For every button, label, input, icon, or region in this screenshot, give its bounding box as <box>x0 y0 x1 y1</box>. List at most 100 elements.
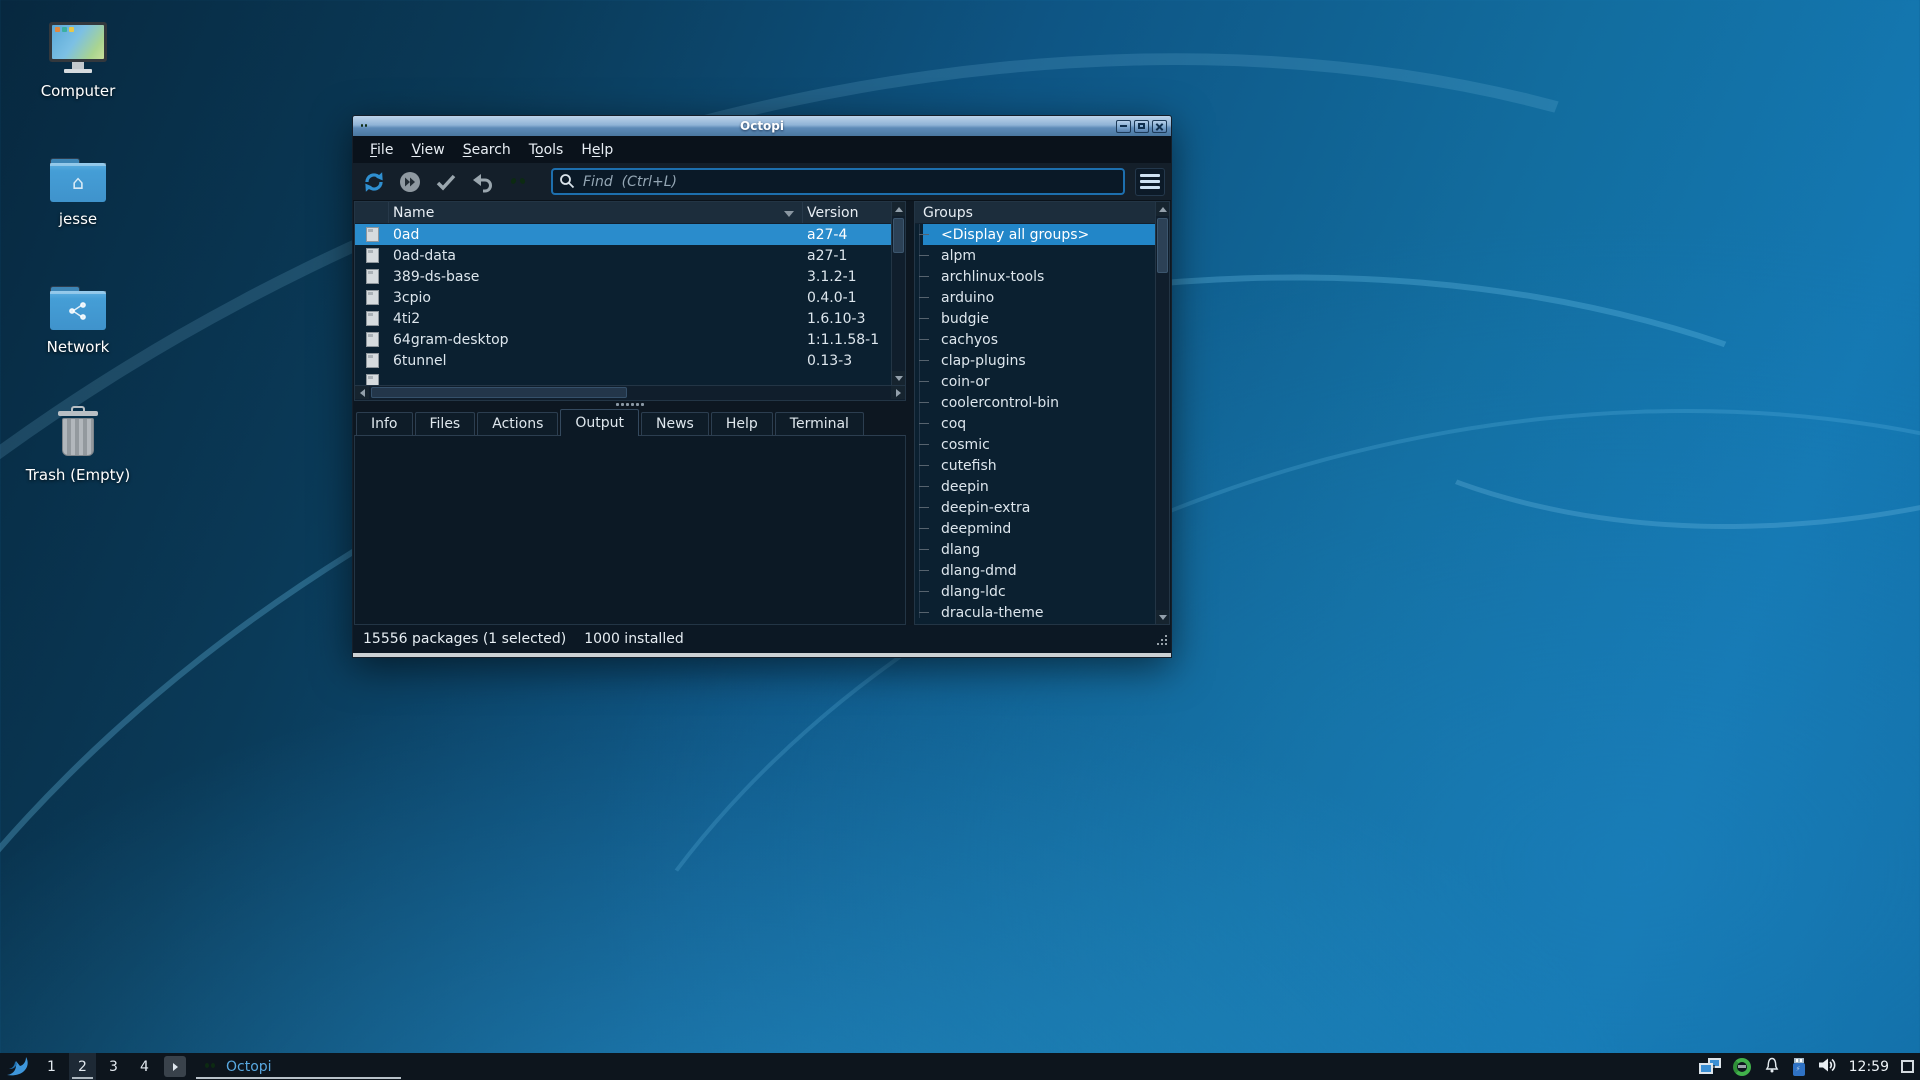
scroll-down-button[interactable] <box>1156 610 1169 624</box>
menu-file[interactable]: File <box>361 138 402 162</box>
workspace-button-3[interactable]: 3 <box>100 1053 127 1080</box>
table-row[interactable]: 6tunnel 0.13-3 <box>355 350 905 371</box>
scrollbar-thumb[interactable] <box>371 387 627 398</box>
desktop-icon-label: Trash (Empty) <box>26 466 130 484</box>
network-icon[interactable] <box>1699 1058 1721 1076</box>
workspace-button-2[interactable]: 2 <box>69 1053 96 1080</box>
tab-output[interactable]: Output <box>560 409 639 436</box>
groups-header: Groups <box>915 202 1169 224</box>
scroll-up-button[interactable] <box>892 202 905 216</box>
search-input[interactable] <box>551 168 1125 195</box>
group-item[interactable]: archlinux-tools <box>923 266 1155 287</box>
titlebar[interactable]: Octopi <box>353 116 1171 136</box>
sort-indicator <box>784 211 794 217</box>
table-row[interactable]: 64gram-desktop 1:1.1.58-1 <box>355 329 905 350</box>
system-upgrade-button[interactable] <box>395 167 425 197</box>
group-item[interactable]: dlang <box>923 539 1155 560</box>
close-button[interactable] <box>1152 120 1167 133</box>
scroll-right-button[interactable] <box>891 386 905 399</box>
minimize-button[interactable] <box>1116 120 1131 133</box>
desktop-icon-label: jesse <box>59 210 97 228</box>
window-bottom-edge[interactable] <box>353 653 1171 657</box>
table-row[interactable]: 389-ds-base 3.1.2-1 <box>355 266 905 287</box>
package-table: Name Version 0ad a27-4 0ad-data a27-1 <box>354 201 906 386</box>
taskbar-task-octopi[interactable]: Octopi <box>196 1053 401 1080</box>
volume-icon[interactable] <box>1817 1056 1837 1078</box>
workspace-button-4[interactable]: 4 <box>131 1053 158 1080</box>
scroll-down-button[interactable] <box>892 371 905 385</box>
usb-device-icon[interactable] <box>1793 1058 1805 1076</box>
group-item[interactable]: deepin <box>923 476 1155 497</box>
group-item[interactable]: cosmic <box>923 434 1155 455</box>
status-bar: 15556 packages (1 selected) 1000 install… <box>353 625 1171 653</box>
groups-splitter[interactable] <box>906 201 914 625</box>
group-item[interactable]: deepmind <box>923 518 1155 539</box>
alien-icon <box>507 172 529 192</box>
group-item[interactable]: alpm <box>923 245 1155 266</box>
app-menu-button[interactable] <box>0 1053 36 1080</box>
tab-actions[interactable]: Actions <box>477 412 558 435</box>
desktop-icon-network[interactable]: Network <box>18 272 138 384</box>
tab-files[interactable]: Files <box>415 412 476 435</box>
aur-alien-button[interactable] <box>503 167 533 197</box>
table-row[interactable]: 0ad a27-4 <box>355 224 905 245</box>
group-item[interactable]: cachyos <box>923 329 1155 350</box>
tab-news[interactable]: News <box>641 412 709 435</box>
commit-button[interactable] <box>431 167 461 197</box>
group-item[interactable]: coolercontrol-bin <box>923 392 1155 413</box>
tree-line <box>919 224 920 618</box>
resize-grip[interactable] <box>1155 633 1169 651</box>
taskbar-clock[interactable]: 12:59 <box>1849 1059 1889 1075</box>
scroll-up-button[interactable] <box>1156 202 1169 216</box>
tab-terminal[interactable]: Terminal <box>775 412 864 435</box>
options-menu-button[interactable] <box>1135 168 1165 196</box>
package-count: 15556 packages (1 selected) <box>363 631 566 647</box>
sync-icon <box>361 169 387 195</box>
menu-help[interactable]: Help <box>572 138 622 162</box>
window-title: Octopi <box>353 119 1171 133</box>
table-row-partial[interactable] <box>355 371 905 386</box>
notifications-bell-icon[interactable] <box>1763 1056 1781 1078</box>
group-item[interactable]: deepin-extra <box>923 497 1155 518</box>
panel-splitter-handle[interactable] <box>354 401 906 408</box>
group-item[interactable]: <Display all groups> <box>923 224 1155 245</box>
package-vertical-scrollbar[interactable] <box>891 202 905 385</box>
table-row[interactable]: 3cpio 0.4.0-1 <box>355 287 905 308</box>
desktop-icon-home[interactable]: ⌂ jesse <box>18 144 138 256</box>
tab-help[interactable]: Help <box>711 412 773 435</box>
scrollbar-thumb[interactable] <box>1157 218 1168 273</box>
workspace-button-1[interactable]: 1 <box>38 1053 65 1080</box>
table-row[interactable]: 4ti2 1.6.10-3 <box>355 308 905 329</box>
sync-database-button[interactable] <box>359 167 389 197</box>
package-icon <box>366 227 379 242</box>
column-header-name[interactable]: Name <box>389 202 803 223</box>
group-item[interactable]: coin-or <box>923 371 1155 392</box>
group-item[interactable]: clap-plugins <box>923 350 1155 371</box>
group-item[interactable]: dlang-dmd <box>923 560 1155 581</box>
updater-icon[interactable] <box>1733 1058 1751 1076</box>
column-header-version[interactable]: Version <box>803 202 905 223</box>
taskbar: 1 2 3 4 Octopi 12:59 <box>0 1053 1920 1080</box>
group-item[interactable]: budgie <box>923 308 1155 329</box>
group-item[interactable]: arduino <box>923 287 1155 308</box>
scroll-left-button[interactable] <box>355 386 369 399</box>
group-item[interactable]: dracula-theme <box>923 602 1155 623</box>
scrollbar-thumb[interactable] <box>893 218 904 253</box>
group-item[interactable]: coq <box>923 413 1155 434</box>
group-item[interactable]: dlang-ldc <box>923 581 1155 602</box>
package-horizontal-scrollbar[interactable] <box>354 386 906 401</box>
tab-info[interactable]: Info <box>356 412 413 435</box>
menu-view[interactable]: View <box>402 138 453 162</box>
desktop-icon-trash[interactable]: Trash (Empty) <box>18 400 138 512</box>
menu-tools[interactable]: Tools <box>520 138 573 162</box>
show-desktop-button[interactable] <box>1901 1060 1914 1073</box>
table-row[interactable]: 0ad-data a27-1 <box>355 245 905 266</box>
group-item[interactable]: cutefish <box>923 455 1155 476</box>
workspace-more-button[interactable] <box>164 1056 186 1077</box>
maximize-button[interactable] <box>1134 120 1149 133</box>
desktop-icon-computer[interactable]: Computer <box>18 16 138 128</box>
menu-search[interactable]: Search <box>454 138 520 162</box>
rollback-button[interactable] <box>467 167 497 197</box>
column-header-icon[interactable] <box>355 202 389 223</box>
groups-vertical-scrollbar[interactable] <box>1155 202 1169 624</box>
